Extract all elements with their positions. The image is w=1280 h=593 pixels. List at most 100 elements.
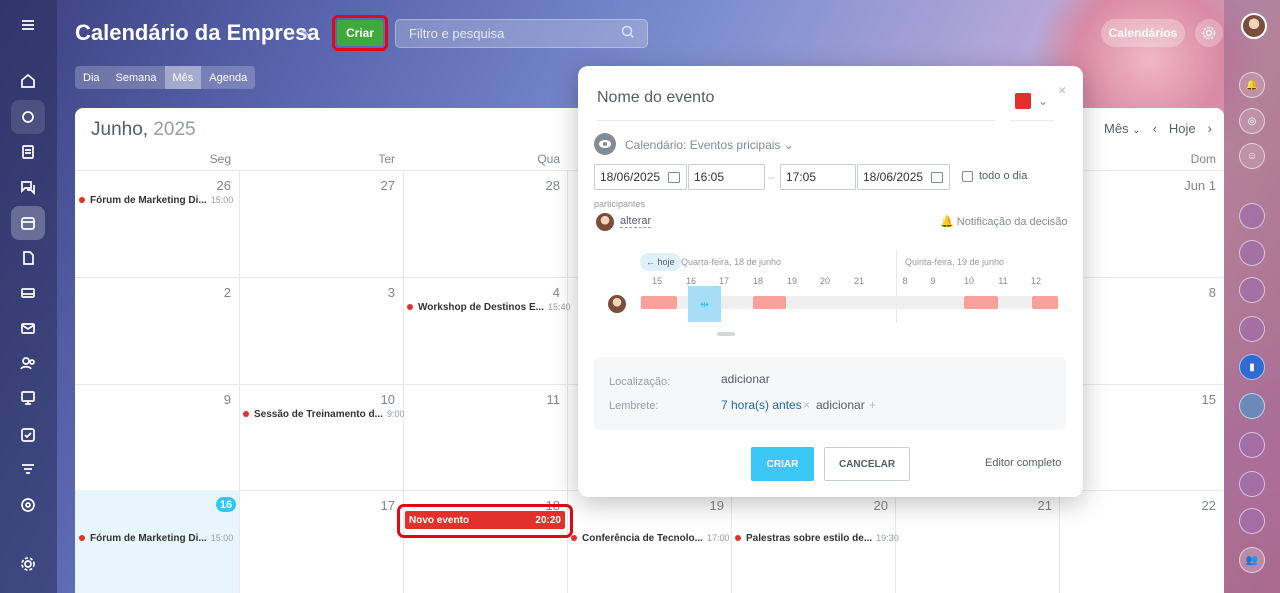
- prev-icon[interactable]: ‹: [1153, 121, 1157, 136]
- day-number[interactable]: 21: [1012, 498, 1052, 513]
- event-color-swatch[interactable]: [1015, 93, 1031, 109]
- day-number[interactable]: 9: [191, 392, 231, 407]
- day-number[interactable]: 15: [1176, 392, 1216, 407]
- timeline-scrollbar[interactable]: [717, 332, 735, 336]
- document-icon[interactable]: [11, 241, 45, 275]
- contact-avatar[interactable]: [1239, 316, 1265, 342]
- today-timeline-button[interactable]: ← hoje: [640, 253, 681, 271]
- calendar-event[interactable]: Palestras sobre estilo de... 19:30: [735, 531, 899, 545]
- mail-icon[interactable]: [11, 311, 45, 345]
- drive-icon[interactable]: [11, 276, 45, 310]
- contacts-icon[interactable]: [11, 346, 45, 380]
- day-number[interactable]: 20: [848, 498, 888, 513]
- calendars-button[interactable]: Calendários: [1101, 19, 1185, 47]
- filter-icon[interactable]: [11, 453, 45, 487]
- contact-avatar[interactable]: [1239, 277, 1265, 303]
- next-icon[interactable]: ›: [1208, 121, 1212, 136]
- chat-bubble-icon[interactable]: ☺: [1239, 143, 1265, 169]
- target-icon[interactable]: [11, 488, 45, 522]
- day-number[interactable]: 4: [520, 285, 560, 300]
- calendar-event[interactable]: Sessão de Treinamento d... 9:00: [243, 407, 404, 421]
- calendar-nav: Mês ⌄ ‹ Hoje ›: [1104, 121, 1212, 136]
- plus-icon[interactable]: +: [869, 398, 876, 412]
- menu-icon[interactable]: [11, 8, 45, 42]
- bell-icon: 🔔: [940, 216, 954, 228]
- today-button[interactable]: Hoje: [1169, 121, 1196, 136]
- board-icon[interactable]: [11, 381, 45, 415]
- event-name: Fórum de Marketing Di...: [90, 194, 207, 206]
- bookmark-icon[interactable]: ▮: [1239, 354, 1265, 380]
- bell-icon[interactable]: 🔔: [1239, 72, 1265, 98]
- decision-notification[interactable]: 🔔 Notificação da decisão: [940, 215, 1067, 228]
- add-reminder-link[interactable]: adicionar: [816, 398, 865, 412]
- day-number[interactable]: 8: [1176, 285, 1216, 300]
- start-date-input[interactable]: 18/06/2025: [594, 164, 687, 190]
- reminder-value[interactable]: 7 hora(s) antes: [721, 398, 802, 412]
- day-number[interactable]: 3: [355, 285, 395, 300]
- event-name: Conferência de Tecnolo...: [582, 532, 703, 544]
- month-name: Junho,: [91, 119, 149, 140]
- remove-reminder-icon[interactable]: ×: [803, 398, 810, 412]
- cancel-button[interactable]: CANCELAR: [824, 447, 910, 481]
- event-name-input[interactable]: Nome do evento: [597, 89, 997, 107]
- day-number[interactable]: 26: [191, 178, 231, 193]
- tab-week[interactable]: Semana: [108, 66, 165, 89]
- calendar-icon[interactable]: [11, 206, 45, 240]
- calendar-event[interactable]: Fórum de Marketing Di... 15:00: [79, 531, 233, 545]
- create-button[interactable]: Criar: [337, 20, 383, 46]
- group-icon[interactable]: 👥: [1239, 547, 1265, 573]
- day-number[interactable]: 17: [355, 498, 395, 513]
- pin-icon[interactable]: ✎: [300, 27, 311, 43]
- search-input[interactable]: Filtro e pesquisa: [395, 19, 648, 48]
- selected-time-slot[interactable]: ⇹: [688, 286, 721, 322]
- end-date-input[interactable]: 18/06/2025: [857, 164, 950, 190]
- day-number[interactable]: 10: [355, 392, 395, 407]
- eye-icon[interactable]: [594, 133, 616, 155]
- tab-day[interactable]: Dia: [75, 66, 108, 89]
- today-day-number[interactable]: 16: [216, 497, 236, 512]
- view-select[interactable]: Mês ⌄: [1104, 121, 1141, 136]
- day-number[interactable]: 22: [1176, 498, 1216, 513]
- tasks-icon[interactable]: [11, 418, 45, 452]
- user-avatar[interactable]: [1241, 13, 1267, 39]
- tab-agenda[interactable]: Agenda: [201, 66, 255, 89]
- day-number[interactable]: 2: [191, 285, 231, 300]
- puzzle-icon[interactable]: [11, 100, 45, 134]
- day-number[interactable]: 11: [520, 392, 561, 407]
- availability-timeline: ← hoje Quarta-feira, 18 de junho Quinta-…: [594, 251, 1064, 341]
- contact-avatar[interactable]: [1239, 393, 1265, 419]
- left-sidebar: [0, 0, 57, 593]
- chat-icon[interactable]: [11, 170, 45, 204]
- search-icon[interactable]: [621, 25, 635, 39]
- feed-icon[interactable]: [11, 135, 45, 169]
- day-number[interactable]: 28: [520, 178, 560, 193]
- day-number[interactable]: 27: [355, 178, 395, 193]
- clock-icon[interactable]: ◎: [1239, 108, 1265, 134]
- chevron-down-icon[interactable]: ⌄: [1038, 94, 1048, 108]
- add-location-link[interactable]: adicionar: [721, 372, 770, 386]
- contact-avatar[interactable]: [1239, 508, 1265, 534]
- calendar-select[interactable]: Calendário: Eventos pricipais ⌄: [625, 138, 794, 152]
- start-time-input[interactable]: 16:05: [688, 164, 765, 190]
- day-number[interactable]: 19: [684, 498, 724, 513]
- change-participants-link[interactable]: alterar: [620, 215, 652, 228]
- calendar-event[interactable]: Fórum de Marketing Di... 15:00: [79, 193, 233, 207]
- contact-avatar[interactable]: [1239, 240, 1265, 266]
- contact-avatar[interactable]: [1239, 471, 1265, 497]
- calendar-event[interactable]: Conferência de Tecnolo... 17:00: [571, 531, 729, 545]
- close-icon[interactable]: ×: [1058, 82, 1066, 98]
- new-event-chip[interactable]: Novo evento 20:20: [405, 511, 565, 529]
- all-day-checkbox[interactable]: [962, 171, 973, 182]
- end-time-input[interactable]: 17:05: [780, 164, 856, 190]
- contact-avatar[interactable]: [1239, 432, 1265, 458]
- full-editor-link[interactable]: Editor completo: [985, 457, 1061, 469]
- contact-avatar[interactable]: [1239, 203, 1265, 229]
- gear-icon[interactable]: [1195, 19, 1223, 47]
- event-name: Palestras sobre estilo de...: [746, 532, 873, 544]
- day-number[interactable]: Jun 1: [1176, 178, 1216, 193]
- settings-icon[interactable]: [11, 547, 45, 581]
- calendar-event[interactable]: Workshop de Destinos E... 15:40: [407, 300, 570, 314]
- tab-month[interactable]: Mês: [164, 66, 202, 89]
- home-icon[interactable]: [11, 64, 45, 98]
- create-event-button[interactable]: CRIAR: [751, 447, 814, 481]
